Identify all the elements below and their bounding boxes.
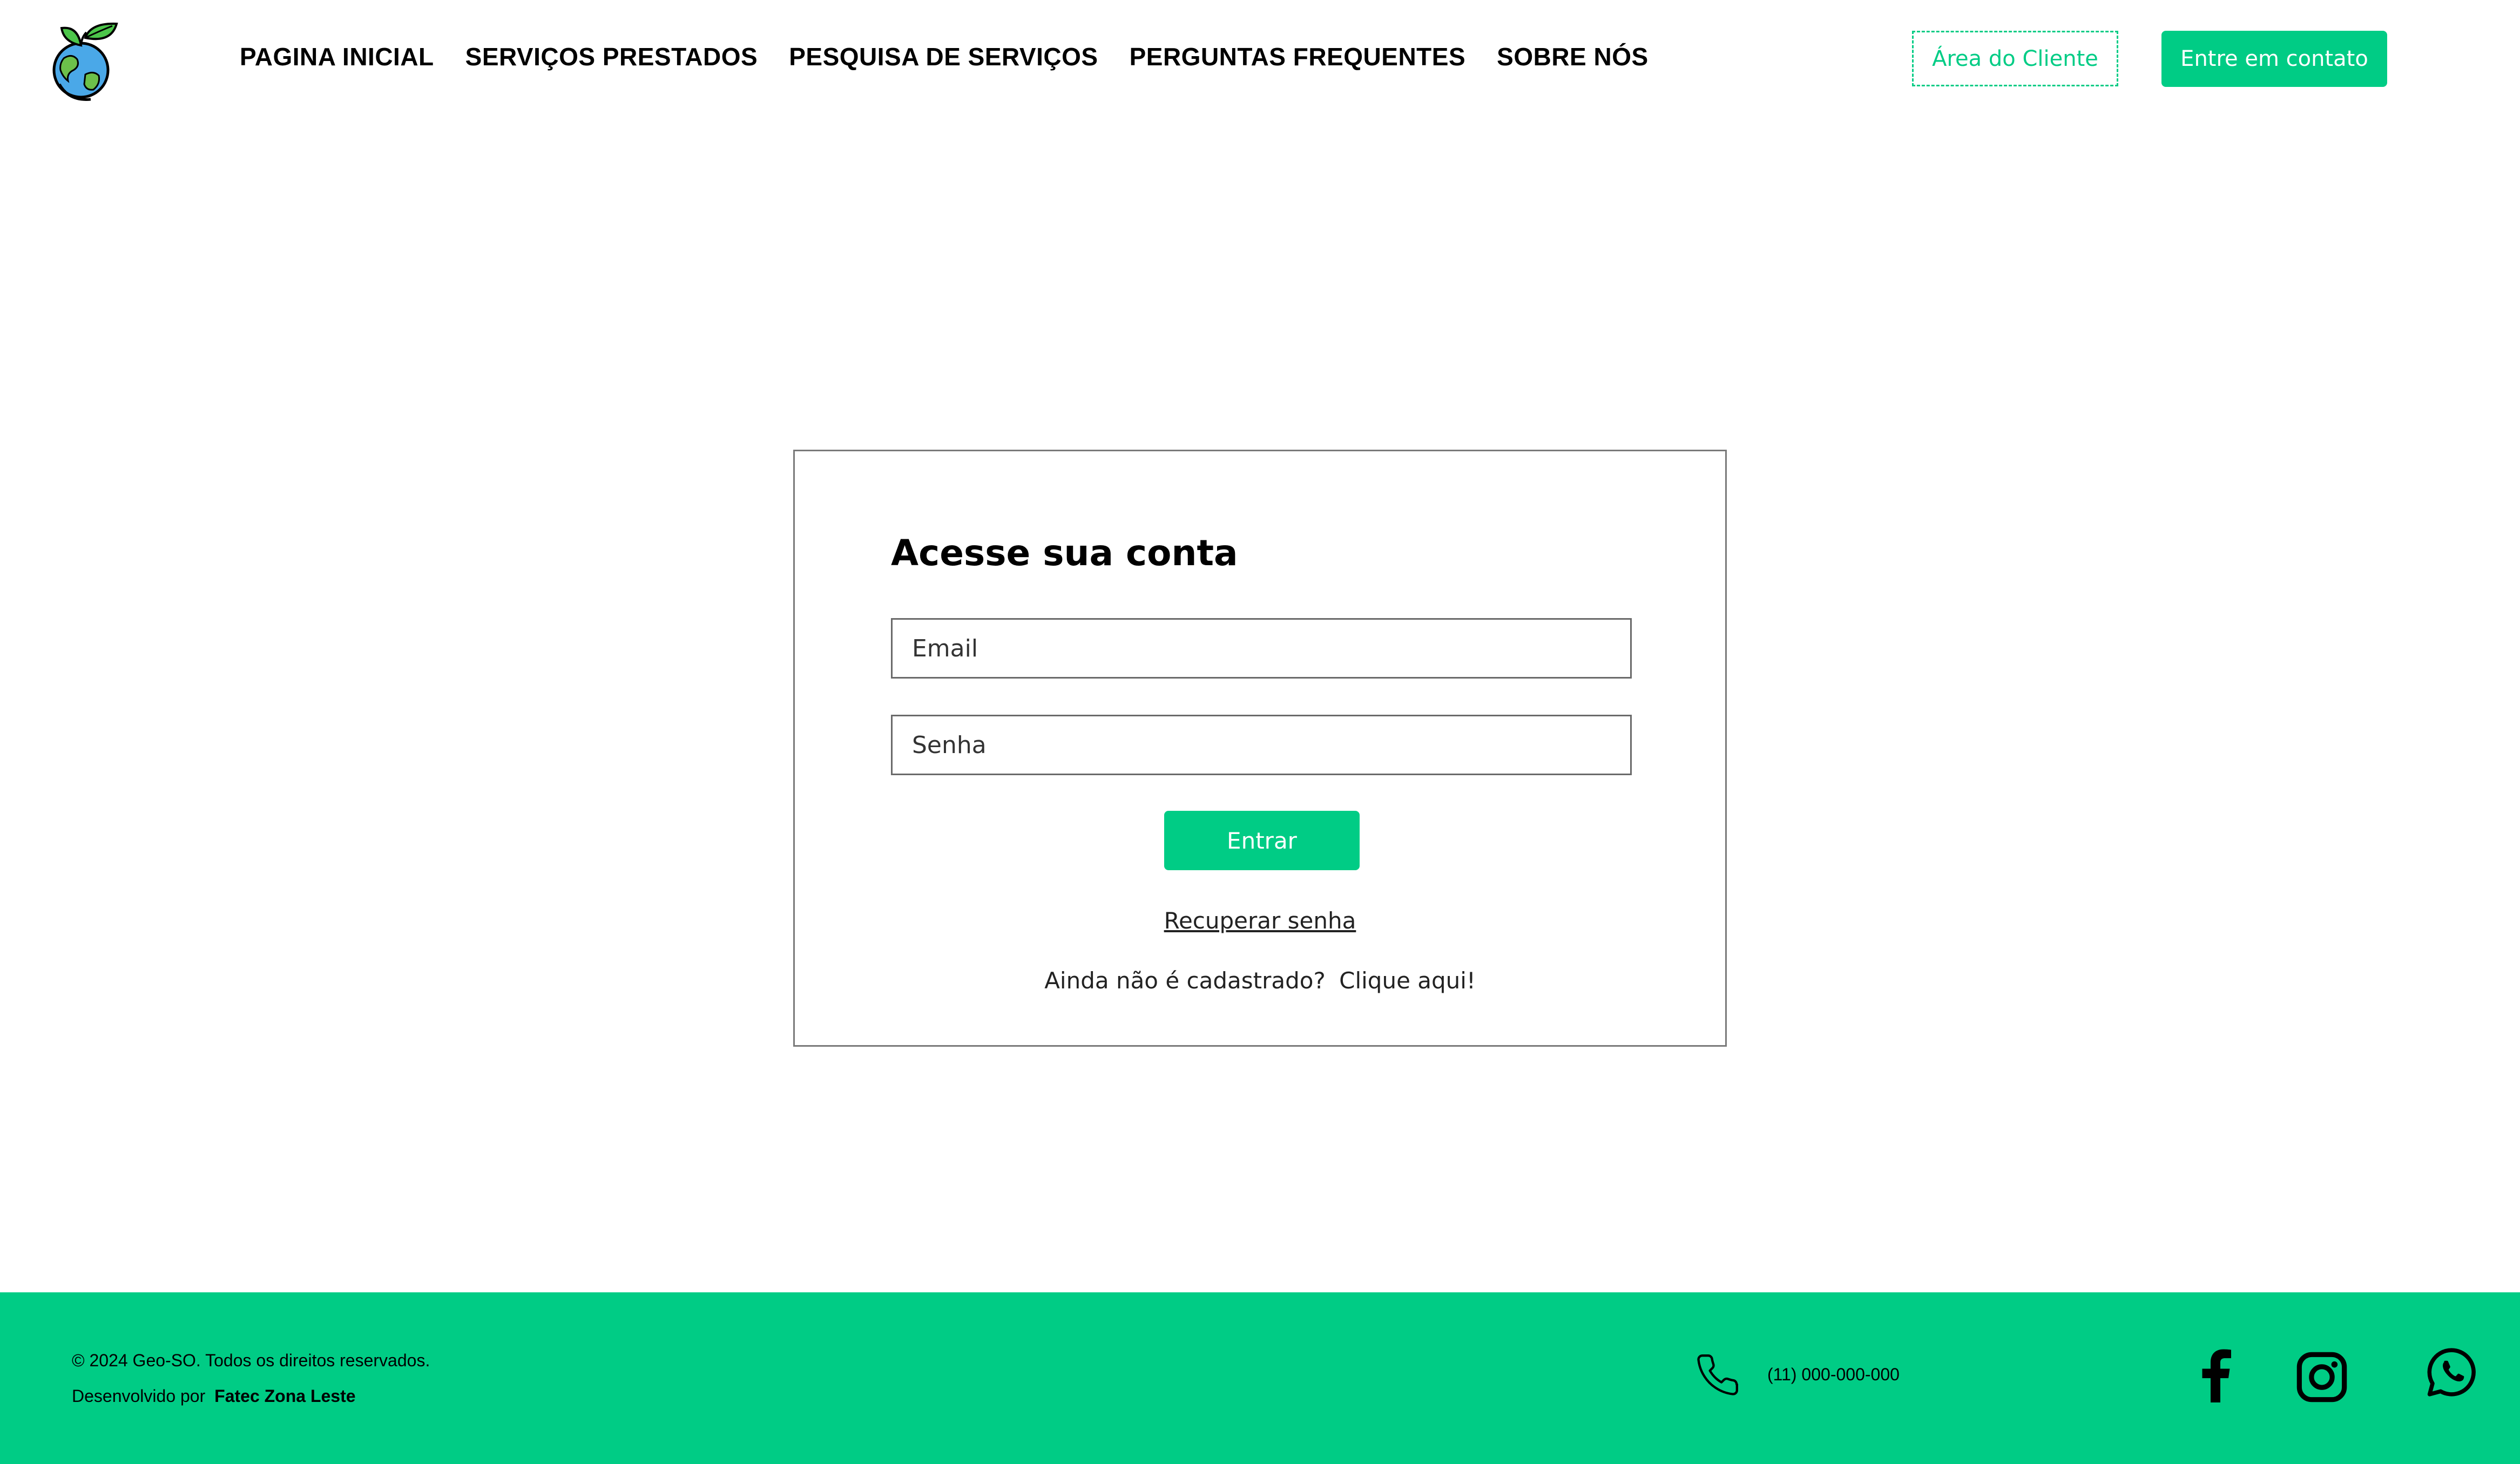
nav-item-sobre-nos[interactable]: SOBRE NÓS [1497, 42, 1649, 71]
copyright-text: © 2024 Geo-SO. Todos os direitos reserva… [72, 1351, 430, 1370]
phone-number[interactable]: (11) 000-000-000 [1767, 1365, 1900, 1385]
nav-item-servicos-prestados[interactable]: SERVIÇOS PRESTADOS [465, 42, 758, 71]
facebook-icon[interactable] [2199, 1348, 2231, 1402]
nav-item-perguntas-frequentes[interactable]: PERGUNTAS FREQUENTES [1130, 42, 1466, 71]
instagram-icon[interactable] [2295, 1350, 2349, 1404]
page: PAGINA INICIAL SERVIÇOS PRESTADOS PESQUI… [0, 0, 2520, 1464]
developed-by-name: Fatec Zona Leste [214, 1386, 356, 1406]
email-field[interactable] [891, 618, 1632, 679]
login-card: Acesse sua conta Entrar Recuperar senha … [793, 450, 1727, 1047]
site-header: PAGINA INICIAL SERVIÇOS PRESTADOS PESQUI… [0, 0, 2520, 119]
password-field[interactable] [891, 715, 1632, 775]
nav-item-pesquisa-de-servicos[interactable]: PESQUISA DE SERVIÇOS [789, 42, 1098, 71]
nav-item-pagina-inicial[interactable]: PAGINA INICIAL [240, 42, 434, 71]
login-title: Acesse sua conta [891, 532, 1238, 574]
main-nav: PAGINA INICIAL SERVIÇOS PRESTADOS PESQUI… [240, 42, 1649, 71]
developed-by-label: Desenvolvido por [72, 1386, 206, 1406]
recover-password-row: Recuperar senha [795, 907, 1725, 934]
logo-globe-icon[interactable] [48, 21, 129, 101]
signup-row: Ainda não é cadastrado? Clique aqui! [795, 967, 1725, 994]
whatsapp-icon[interactable] [2424, 1345, 2478, 1399]
recover-password-link[interactable]: Recuperar senha [1164, 907, 1356, 934]
login-button[interactable]: Entrar [1164, 811, 1360, 870]
contact-button[interactable]: Entre em contato [2161, 31, 2387, 87]
signup-link[interactable]: Clique aqui! [1339, 967, 1476, 994]
phone-icon [1694, 1352, 1741, 1398]
site-footer: © 2024 Geo-SO. Todos os direitos reserva… [0, 1292, 2520, 1464]
client-area-button[interactable]: Área do Cliente [1912, 31, 2118, 86]
developed-by: Desenvolvido por Fatec Zona Leste [72, 1386, 356, 1406]
signup-prompt: Ainda não é cadastrado? [1044, 967, 1326, 994]
